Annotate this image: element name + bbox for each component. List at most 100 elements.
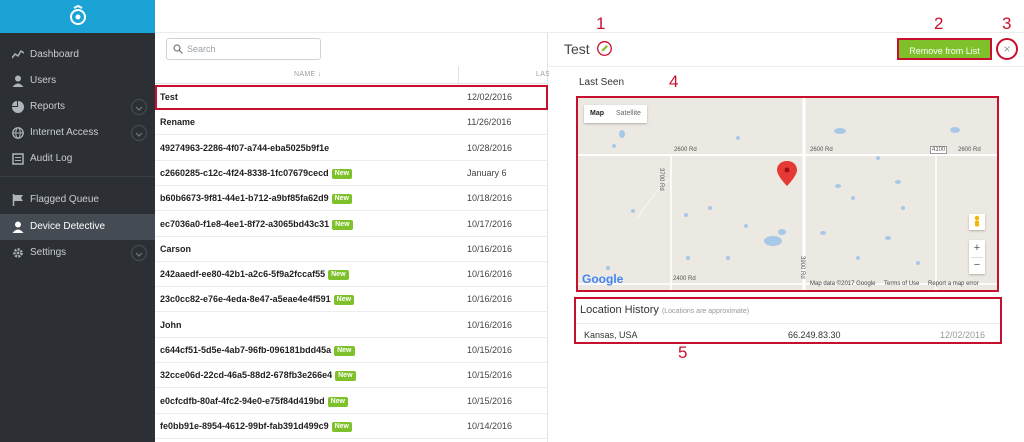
table-row[interactable]: c644cf51-5d5e-4ab7-96fb-096181bdd45a New 1… <box>155 338 548 363</box>
annotation-1: 1 <box>596 14 606 33</box>
table-row[interactable]: e0cfcdfb-80af-4fc2-94e0-e75f84d419bd New 1… <box>155 389 548 414</box>
device-name: 23c0cc82-e76e-4eda-8e47-a5eae4e4f591 New <box>160 294 355 306</box>
table-row[interactable]: fe0bb91e-8954-4612-99bf-fab391d499c9 New 1… <box>155 414 548 439</box>
globe-icon <box>12 127 24 139</box>
sidebar-item-internet-access[interactable]: Internet Access <box>0 120 155 146</box>
edit-pencil-icon[interactable] <box>597 41 612 56</box>
zoom-out-button[interactable]: − <box>969 257 985 274</box>
report-map-error-link[interactable]: Report a map error <box>928 281 979 287</box>
road-label: 2600 Rd <box>810 147 833 153</box>
device-name-text: c644cf51-5d5e-4ab7-96fb-096181bdd45a <box>160 345 332 355</box>
sidebar-item-dashboard[interactable]: Dashboard <box>0 42 155 68</box>
flag-icon <box>12 194 23 206</box>
street-view-pegman-icon[interactable] <box>969 214 985 230</box>
last-seen-date: 11/26/2016 <box>467 117 512 128</box>
table-row[interactable]: John 10/16/2016 <box>155 313 548 338</box>
sidebar-item-label: Internet Access <box>30 127 99 138</box>
last-seen-date: 10/16/2016 <box>467 243 513 254</box>
sidebar-item-device-detective[interactable]: Device Detective <box>0 214 155 240</box>
table-row[interactable]: c2660285-c12c-4f24-8338-1fc07679cecd New J… <box>155 161 548 186</box>
remove-from-list-button[interactable]: Remove from List <box>897 38 992 60</box>
device-name-text: fe0bb91e-8954-4612-99bf-fab391d499c9 <box>160 420 329 431</box>
sidebar: Dashboard Users Reports Internet Access … <box>0 0 155 442</box>
device-name: Test <box>160 92 178 102</box>
table-row[interactable]: 49274963-2286-4f07-a744-eba5025b9f1e 10/2… <box>155 136 548 161</box>
device-list-pane: NAME ↓ LAS Test 12/02/2016 Rename 11/26/201… <box>155 33 550 442</box>
zoom-control: + − <box>969 240 985 274</box>
table-row[interactable]: 23c0cc82-e76e-4eda-8e47-a5eae4e4f591 New 1… <box>155 287 548 313</box>
table-row[interactable]: b60b6673-9f81-44e1-b712-a9bf85fa62d9 New 1… <box>155 186 548 212</box>
sidebar-item-audit-log[interactable]: Audit Log <box>0 146 155 172</box>
close-icon[interactable]: × <box>996 38 1018 60</box>
map-type-map[interactable]: Map <box>584 105 610 123</box>
search-icon <box>173 44 183 54</box>
table-row[interactable]: Carson 10/16/2016 <box>155 237 548 262</box>
device-detail-pane: Test Remove from List × Last Seen Map Sa… <box>549 33 1024 442</box>
table-row[interactable]: Test 12/02/2016 <box>155 85 548 110</box>
location-history: Location History (Locations are approxim… <box>574 297 1002 344</box>
location-place: Kansas, USA <box>584 330 638 340</box>
map-type-satellite[interactable]: Satellite <box>610 105 647 123</box>
terms-of-use-link[interactable]: Terms of Use <box>884 281 919 287</box>
annotation-5: 5 <box>678 343 688 362</box>
zoom-divider <box>971 257 983 258</box>
road-label: 2400 Rd <box>673 276 696 282</box>
zoom-in-button[interactable]: + <box>969 240 985 257</box>
chevron-down-icon[interactable] <box>131 99 147 115</box>
device-name: 49274963-2286-4f07-a744-eba5025b9f1e <box>160 143 329 153</box>
new-badge: New <box>333 295 355 306</box>
sidebar-item-users[interactable]: Users <box>0 68 155 94</box>
new-badge: New <box>327 396 348 407</box>
location-history-subtitle: (Locations are approximate) <box>661 308 750 315</box>
last-seen-heading: Last Seen <box>579 77 625 88</box>
device-name-text: c2660285-c12c-4f24-8338-1fc07679cecd <box>160 167 329 178</box>
sidebar-item-settings[interactable]: Settings <box>0 240 155 266</box>
map-type-toggle[interactable]: Map Satellite <box>584 105 647 123</box>
column-header-name[interactable]: NAME ↓ <box>294 71 322 78</box>
location-map[interactable]: Map Satellite 2600 Rd 2600 Rd 2600 Rd 410… <box>576 96 999 292</box>
sidebar-item-label: Dashboard <box>30 49 79 60</box>
last-seen-date: 10/16/2016 <box>467 269 513 280</box>
device-name: 242aaedf-ee80-42b1-a2c6-5f9a2fccaf55 New <box>160 269 349 281</box>
table-row[interactable]: ec7036a0-f1e8-4ee1-8f72-a3065bd43c31 New 1… <box>155 212 548 237</box>
last-seen-date: 10/16/2016 <box>467 294 513 305</box>
device-name-text: Carson <box>160 243 192 254</box>
column-separator <box>458 66 459 84</box>
device-name-text: 49274963-2286-4f07-a744-eba5025b9f1e <box>160 142 330 153</box>
google-logo: Google <box>582 272 624 286</box>
table-row[interactable]: 32cce06d-22cd-46a5-88d2-678fb3e266e4 New 1… <box>155 363 548 389</box>
device-name: Rename <box>160 117 195 127</box>
map-attribution: Map data ©2017 Google Terms of Use Repor… <box>810 281 986 287</box>
sidebar-item-label: Audit Log <box>30 153 73 164</box>
device-name-text: Test <box>160 92 178 102</box>
sidebar-item-reports[interactable]: Reports <box>0 94 155 120</box>
header-divider <box>549 66 1024 67</box>
table-row[interactable]: Rename 11/26/2016 <box>155 110 548 136</box>
sidebar-item-label: Flagged Queue <box>30 194 99 205</box>
app-logo-icon[interactable] <box>68 5 88 27</box>
user-icon <box>12 221 24 233</box>
annotation-4: 4 <box>669 72 679 91</box>
device-title: Test <box>564 41 590 57</box>
device-name-text: b60b6673-9f81-44e1-b712-a9bf85fa62d9 <box>160 193 329 204</box>
location-history-title: Location History <box>580 304 659 316</box>
road-label: 2600 Rd <box>674 147 697 153</box>
device-name-text: 242aaedf-ee80-42b1-a2c6-5f9a2fccaf55 <box>160 269 326 280</box>
sidebar-item-flagged-queue[interactable]: Flagged Queue <box>0 187 155 213</box>
sort-arrow-icon: ↓ <box>317 71 322 78</box>
device-name: b60b6673-9f81-44e1-b712-a9bf85fa62d9 New <box>160 193 353 205</box>
table-row[interactable]: 242aaedf-ee80-42b1-a2c6-5f9a2fccaf55 New 1… <box>155 262 548 288</box>
device-name-text: Rename <box>160 117 196 128</box>
location-history-divider <box>576 323 1000 324</box>
device-name-text: ec7036a0-f1e8-4ee1-8f72-a3065bd43c31 <box>160 218 330 229</box>
sidebar-item-label: Reports <box>30 101 66 112</box>
annotation-3: 3 <box>1002 14 1012 33</box>
chevron-down-icon[interactable] <box>131 245 147 261</box>
search-input[interactable] <box>187 42 315 56</box>
search-box[interactable] <box>166 38 321 60</box>
device-name: c644cf51-5d5e-4ab7-96fb-096181bdd45a New <box>160 345 355 356</box>
log-icon <box>12 153 24 165</box>
list-column-header: NAME ↓ LAS <box>155 66 550 84</box>
chevron-down-icon[interactable] <box>131 125 147 141</box>
device-name: Carson <box>160 244 191 254</box>
